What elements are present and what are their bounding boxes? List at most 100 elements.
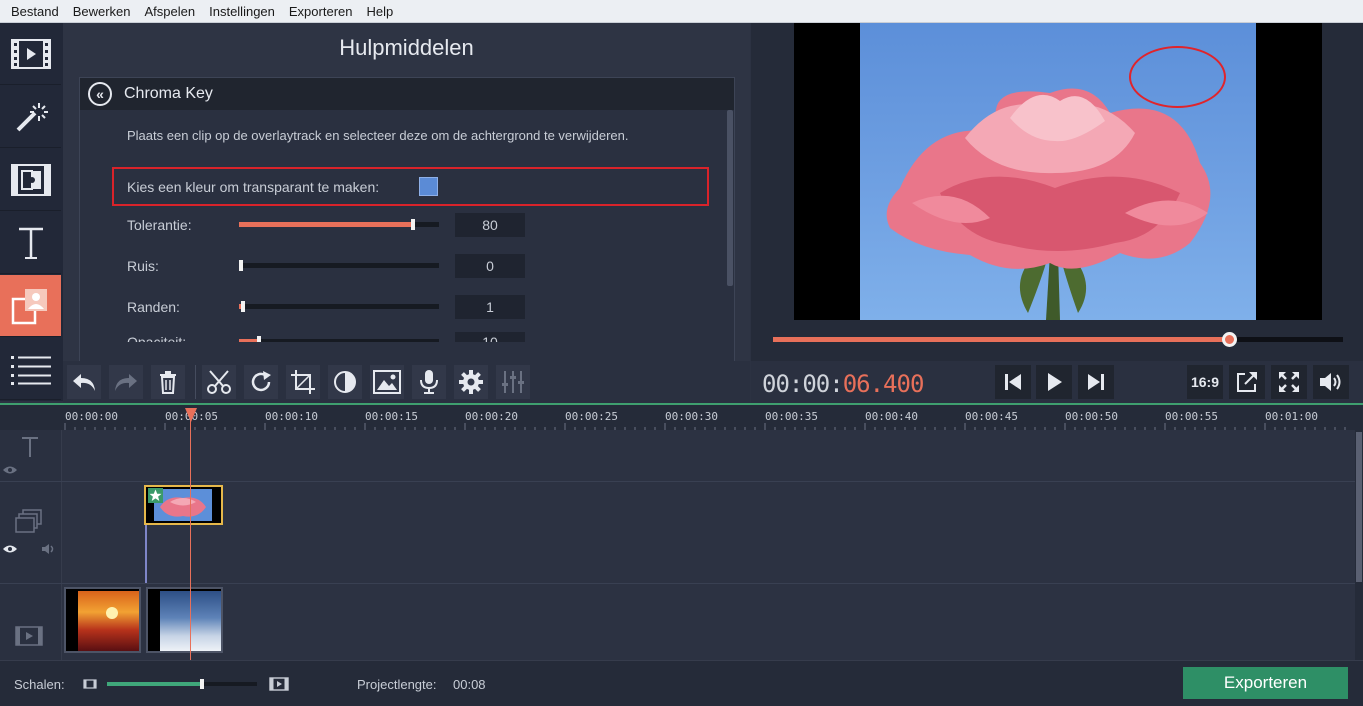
play-button[interactable] (1036, 365, 1072, 399)
sidebar-item-more[interactable] (0, 338, 61, 400)
aspect-ratio-label: 16:9 (1190, 374, 1220, 390)
menu-instellingen[interactable]: Instellingen (202, 0, 282, 23)
tolerance-slider[interactable] (239, 219, 439, 230)
menu-exporteren[interactable]: Exporteren (282, 0, 360, 23)
opacity-slider-fill (239, 339, 259, 342)
edges-slider-knob[interactable] (241, 301, 245, 312)
aspect-ratio-button[interactable]: 16:9 (1187, 365, 1223, 399)
timeline-scroll-thumb[interactable] (1356, 432, 1362, 582)
zoom-out-film-icon[interactable] (83, 679, 97, 689)
ruler-tick: 00:00:25 (565, 410, 618, 423)
redo-button[interactable] (109, 365, 143, 399)
menu-bestand[interactable]: Bestand (4, 0, 66, 23)
settings-button[interactable] (454, 365, 488, 399)
playhead-handle[interactable] (185, 408, 197, 422)
menu-bewerken[interactable]: Bewerken (66, 0, 138, 23)
delete-button[interactable] (151, 365, 185, 399)
video-track[interactable] (62, 584, 1355, 660)
star-badge-icon (148, 488, 163, 503)
ruler-tick: 00:00:10 (265, 410, 318, 423)
opacity-row-clipped: Opaciteit: 10 (80, 332, 725, 342)
ruler-tick: 00:00:40 (865, 410, 918, 423)
delete-icon (160, 371, 176, 394)
sidebar-item-tools[interactable] (0, 275, 61, 337)
volume-button[interactable] (1313, 365, 1349, 399)
rose-frame-image (860, 23, 1256, 320)
overlay-track[interactable] (62, 482, 1355, 584)
sidebar-item-titles[interactable] (0, 212, 61, 274)
next-frame-button[interactable] (1078, 365, 1114, 399)
ruler-tick: 00:00:50 (1065, 410, 1118, 423)
ruler-tick: 00:00:30 (665, 410, 718, 423)
tool-sidebar (0, 23, 63, 401)
ruler-tick: 00:00:15 (365, 410, 418, 423)
opacity-slider-knob[interactable] (257, 336, 261, 342)
opacity-value[interactable]: 10 (455, 332, 525, 342)
timecode-active: 06.400 (842, 370, 925, 398)
external-window-icon (1237, 372, 1257, 392)
noise-value[interactable]: 0 (455, 254, 525, 278)
transparent-color-swatch[interactable] (419, 177, 439, 196)
noise-label: Ruis: (127, 258, 159, 274)
ruler-tick: 00:00:35 (765, 410, 818, 423)
speaker-icon[interactable] (41, 543, 57, 555)
image-button[interactable] (370, 365, 404, 399)
menu-afspelen[interactable]: Afspelen (138, 0, 203, 23)
play-icon (1048, 373, 1062, 391)
record-voice-button[interactable] (412, 365, 446, 399)
menu-help[interactable]: Help (359, 0, 400, 23)
undo-icon (73, 374, 95, 391)
detach-preview-button[interactable] (1229, 365, 1265, 399)
export-button[interactable]: Exporteren (1183, 667, 1348, 699)
panel-title: Hulpmiddelen (339, 35, 474, 60)
rotate-button[interactable] (244, 365, 278, 399)
color-adjust-button[interactable] (328, 365, 362, 399)
sidebar-item-media[interactable] (0, 23, 61, 85)
video-clip-clouds[interactable] (146, 587, 223, 653)
sunset-thumbnail (78, 591, 139, 651)
zoom-in-film-icon[interactable] (269, 677, 289, 691)
timeline-zoom-slider[interactable] (107, 679, 257, 689)
title-track-header (0, 430, 62, 482)
preview-seek-knob[interactable] (1222, 332, 1237, 347)
undo-button[interactable] (67, 365, 101, 399)
equalizer-button[interactable] (496, 365, 530, 399)
preview-panel (751, 23, 1363, 361)
title-track-icon (22, 437, 38, 457)
project-length-value: 00:08 (453, 677, 486, 692)
zoom-slider-knob[interactable] (200, 679, 204, 689)
video-clip-sunset[interactable] (64, 587, 141, 653)
opacity-label: Opaciteit: (127, 334, 187, 342)
edges-value[interactable]: 1 (455, 295, 525, 319)
scale-label: Schalen: (14, 677, 65, 692)
video-canvas[interactable] (794, 23, 1322, 320)
tolerance-slider-knob[interactable] (411, 219, 415, 230)
tolerance-slider-fill (239, 222, 413, 227)
title-track[interactable] (62, 430, 1355, 482)
back-chevrons-icon[interactable]: « (88, 82, 112, 106)
sidebar-item-filters[interactable] (0, 86, 61, 148)
edges-slider[interactable] (239, 301, 439, 312)
eye-icon[interactable] (2, 465, 18, 475)
opacity-slider[interactable] (239, 336, 439, 342)
menu-bar: Bestand Bewerken Afspelen Instellingen E… (0, 0, 1363, 23)
playhead-line (190, 408, 191, 660)
noise-slider[interactable] (239, 260, 439, 271)
chroma-scroll-thumb[interactable] (727, 110, 733, 286)
preview-seekbar[interactable] (773, 332, 1343, 347)
ruler-tick: 00:00:55 (1165, 410, 1218, 423)
noise-slider-knob[interactable] (239, 260, 243, 271)
overlay-clip-rose[interactable] (144, 485, 223, 525)
transparent-color-label: Kies een kleur om transparant te maken: (127, 178, 380, 195)
cut-button[interactable] (202, 365, 236, 399)
previous-frame-button[interactable] (995, 365, 1031, 399)
timeline-ruler[interactable]: 00:00:00 00:00:05 00:00:10 00:00:15 00:0… (0, 403, 1363, 432)
crop-button[interactable] (286, 365, 320, 399)
eye-icon[interactable] (2, 544, 18, 554)
sidebar-item-transitions[interactable] (0, 149, 61, 211)
timecode-display: 00:00:06.400 (762, 370, 925, 398)
fullscreen-button[interactable] (1271, 365, 1307, 399)
fullscreen-icon (1279, 372, 1299, 392)
sun-shape (106, 607, 118, 619)
tolerance-value[interactable]: 80 (455, 213, 525, 237)
